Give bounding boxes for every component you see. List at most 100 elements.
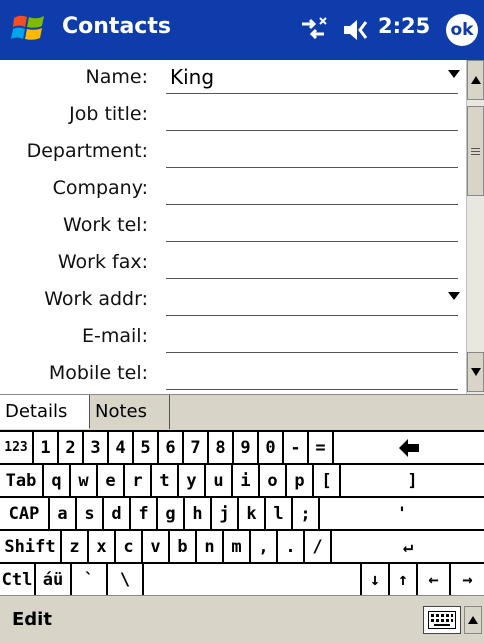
key-j[interactable]: j xyxy=(212,498,239,531)
key-apostrophe[interactable]: ' xyxy=(320,498,484,531)
job-title-field[interactable] xyxy=(166,101,458,131)
key-m[interactable]: m xyxy=(224,531,251,564)
key-down-arrow[interactable]: ↓ xyxy=(362,564,390,597)
department-label: Department: xyxy=(26,140,148,162)
scroll-down-icon xyxy=(470,368,481,376)
key-k[interactable]: k xyxy=(239,498,266,531)
key-7[interactable]: 7 xyxy=(184,432,209,465)
key-5[interactable]: 5 xyxy=(134,432,159,465)
email-field[interactable] xyxy=(166,323,458,353)
keyboard-row-2: Tab q w e r t y u i o p [ ] xyxy=(0,465,484,498)
key-1[interactable]: 1 xyxy=(34,432,59,465)
keyboard-row-3: CAP a s d f g h j k l ; ' xyxy=(0,498,484,531)
ok-button[interactable]: ok xyxy=(446,14,478,46)
key-x[interactable]: x xyxy=(89,531,116,564)
keyboard-icon[interactable] xyxy=(423,606,461,634)
key-8[interactable]: 8 xyxy=(209,432,234,465)
key-w[interactable]: w xyxy=(71,465,98,498)
work-addr-field[interactable] xyxy=(166,286,458,316)
key-t[interactable]: t xyxy=(152,465,179,498)
key-backtick[interactable]: ` xyxy=(72,564,108,597)
tab-notes[interactable]: Notes xyxy=(90,395,170,429)
connectivity-icon[interactable] xyxy=(296,14,330,44)
name-field[interactable]: King xyxy=(166,64,458,94)
key-equals[interactable]: = xyxy=(309,432,334,465)
scroll-up-button[interactable] xyxy=(467,60,484,100)
company-field[interactable] xyxy=(166,175,458,205)
app-title: Contacts xyxy=(62,14,171,39)
key-i[interactable]: i xyxy=(233,465,260,498)
key-2[interactable]: 2 xyxy=(59,432,84,465)
key-g[interactable]: g xyxy=(158,498,185,531)
work-fax-label: Work fax: xyxy=(57,251,148,273)
key-r[interactable]: r xyxy=(125,465,152,498)
chevron-up-icon xyxy=(468,616,478,624)
key-q[interactable]: q xyxy=(44,465,71,498)
keyboard-row-5: Ctl áü ` \ ↓ ↑ ← → xyxy=(0,564,484,597)
key-9[interactable]: 9 xyxy=(234,432,259,465)
key-up-arrow[interactable]: ↑ xyxy=(390,564,418,597)
key-right-bracket[interactable]: ] xyxy=(341,465,484,498)
key-semicolon[interactable]: ; xyxy=(293,498,320,531)
key-ctl[interactable]: Ctl xyxy=(0,564,36,597)
mobile-tel-field[interactable] xyxy=(166,360,458,390)
work-tel-field[interactable] xyxy=(166,212,458,242)
edit-menu[interactable]: Edit xyxy=(12,609,52,630)
key-123[interactable]: 123 xyxy=(0,432,34,465)
key-u[interactable]: u xyxy=(206,465,233,498)
key-z[interactable]: z xyxy=(62,531,89,564)
key-f[interactable]: f xyxy=(131,498,158,531)
key-right-arrow[interactable]: → xyxy=(451,564,484,597)
key-d[interactable]: d xyxy=(104,498,131,531)
department-row: Department: xyxy=(0,134,466,172)
key-b[interactable]: b xyxy=(170,531,197,564)
key-v[interactable]: v xyxy=(143,531,170,564)
key-slash[interactable]: / xyxy=(305,531,332,564)
key-minus[interactable]: - xyxy=(284,432,309,465)
clock[interactable]: 2:25 xyxy=(378,14,430,38)
key-c[interactable]: c xyxy=(116,531,143,564)
key-3[interactable]: 3 xyxy=(84,432,109,465)
key-comma[interactable]: , xyxy=(251,531,278,564)
key-y[interactable]: y xyxy=(179,465,206,498)
windows-start-icon[interactable] xyxy=(10,10,48,48)
key-period[interactable]: . xyxy=(278,531,305,564)
contact-form: Name: King Job title: Department: Compan… xyxy=(0,60,466,394)
key-backslash[interactable]: \ xyxy=(108,564,144,597)
key-0[interactable]: 0 xyxy=(259,432,284,465)
tab-bar: Details Notes xyxy=(0,394,484,430)
key-l[interactable]: l xyxy=(266,498,293,531)
job-title-row: Job title: xyxy=(0,97,466,135)
key-left-arrow[interactable]: ← xyxy=(418,564,451,597)
key-e[interactable]: e xyxy=(98,465,125,498)
key-a[interactable]: a xyxy=(50,498,77,531)
name-dropdown-icon[interactable] xyxy=(448,70,460,78)
key-enter[interactable]: ↵ xyxy=(332,531,484,564)
key-6[interactable]: 6 xyxy=(159,432,184,465)
scroll-down-button[interactable] xyxy=(467,352,484,392)
tab-details[interactable]: Details xyxy=(0,395,90,429)
volume-icon[interactable] xyxy=(342,16,372,44)
scroll-thumb[interactable] xyxy=(467,106,484,196)
work-tel-label: Work tel: xyxy=(63,214,148,236)
key-tab[interactable]: Tab xyxy=(0,465,44,498)
key-space[interactable] xyxy=(144,564,362,597)
input-selector-arrow[interactable] xyxy=(464,606,482,634)
key-left-bracket[interactable]: [ xyxy=(314,465,341,498)
key-backspace[interactable] xyxy=(334,432,484,465)
key-h[interactable]: h xyxy=(185,498,212,531)
vertical-scrollbar[interactable] xyxy=(466,60,484,394)
key-caps[interactable]: CAP xyxy=(0,498,50,531)
key-o[interactable]: o xyxy=(260,465,287,498)
work-addr-dropdown-icon[interactable] xyxy=(448,292,460,300)
key-shift[interactable]: Shift xyxy=(0,531,62,564)
key-s[interactable]: s xyxy=(77,498,104,531)
soft-keyboard: 123 1 2 3 4 5 6 7 8 9 0 - = Tab q w e r … xyxy=(0,430,484,597)
key-4[interactable]: 4 xyxy=(109,432,134,465)
key-n[interactable]: n xyxy=(197,531,224,564)
email-label: E-mail: xyxy=(82,325,148,347)
work-fax-field[interactable] xyxy=(166,249,458,279)
key-p[interactable]: p xyxy=(287,465,314,498)
key-international[interactable]: áü xyxy=(36,564,72,597)
department-field[interactable] xyxy=(166,138,458,168)
